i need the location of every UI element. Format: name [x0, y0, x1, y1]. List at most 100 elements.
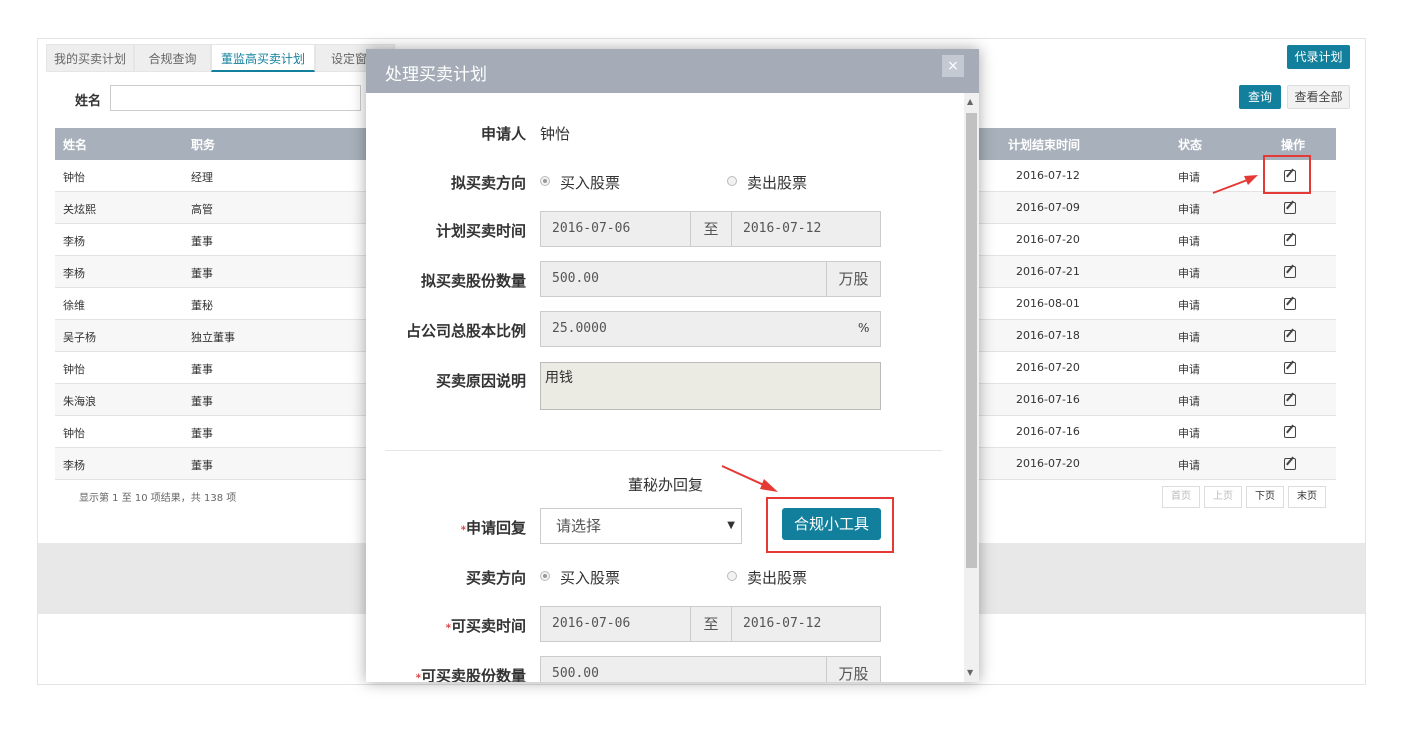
annotation-arrow-icon [1212, 175, 1258, 194]
cell-name: 李杨 [63, 459, 85, 472]
cell-status: 申请 [1178, 395, 1200, 408]
reply-section-title: 董秘办回复 [628, 476, 704, 494]
reply-start-input[interactable]: 2016-07-06 [540, 606, 691, 642]
reply-radio-buy-label: 买入股票 [560, 569, 621, 587]
cell-name: 李杨 [63, 267, 85, 280]
edit-icon[interactable] [1284, 266, 1296, 278]
edit-icon[interactable] [1284, 362, 1296, 374]
reply-direction-label: 买卖方向 [465, 569, 526, 587]
pagination-info: 显示第 1 至 10 项结果，共 138 项 [79, 493, 237, 504]
plan-start-input[interactable]: 2016-07-06 [540, 211, 691, 247]
query-button[interactable]: 查询 [1239, 85, 1281, 109]
modal-title: 处理买卖计划 [385, 65, 487, 85]
last-page-button[interactable]: 末页 [1288, 486, 1326, 508]
highlight-edit-box [1263, 155, 1311, 194]
modal-header: 处理买卖计划 × [366, 49, 979, 93]
cell-position: 董事 [191, 459, 213, 472]
cell-end-time: 2016-07-21 [1016, 265, 1080, 278]
cell-end-time: 2016-07-16 [1016, 425, 1080, 438]
cell-position: 经理 [191, 171, 213, 184]
reply-label: *申请回复 [366, 517, 526, 538]
cell-name: 李杨 [63, 235, 85, 248]
shares-unit: 万股 [826, 261, 881, 297]
ratio-input[interactable]: 25.0000 [540, 311, 881, 347]
edit-icon[interactable] [1284, 426, 1296, 438]
tab-executive-plans[interactable]: 董监高买卖计划 [211, 44, 315, 72]
radio-buy-label: 买入股票 [560, 174, 621, 192]
cell-position: 董事 [191, 427, 213, 440]
process-plan-modal: 处理买卖计划 × ▲ ▼ 申请人 钟怡 拟买卖方向 买入股票 卖出股票 计划买卖… [366, 49, 979, 682]
edit-icon[interactable] [1284, 202, 1296, 214]
scroll-up-icon[interactable]: ▲ [967, 97, 973, 106]
cell-position: 董事 [191, 395, 213, 408]
applicant-value: 钟怡 [540, 125, 571, 143]
prev-page-button[interactable]: 上页 [1204, 486, 1242, 508]
cell-status: 申请 [1178, 267, 1200, 280]
edit-icon[interactable] [1284, 234, 1296, 246]
cell-status: 申请 [1178, 235, 1200, 248]
cell-name: 钟怡 [63, 363, 85, 376]
shares-input[interactable]: 500.00 [540, 261, 827, 297]
first-page-button[interactable]: 首页 [1162, 486, 1200, 508]
tab-my-plans[interactable]: 我的买卖计划 [46, 44, 134, 72]
applicant-label: 申请人 [480, 125, 526, 143]
name-input[interactable] [110, 85, 361, 111]
cell-position: 董事 [191, 363, 213, 376]
cell-name: 关炫熙 [63, 203, 96, 216]
cell-end-time: 2016-07-16 [1016, 393, 1080, 406]
cell-name: 徐维 [63, 299, 85, 312]
reply-radio-sell[interactable] [727, 571, 737, 581]
ratio-label: 占公司总股本比例 [405, 322, 526, 340]
header-action: 操作 [1281, 138, 1306, 152]
reply-shares-unit: 万股 [826, 656, 881, 682]
cell-status: 申请 [1178, 299, 1200, 312]
cell-status: 申请 [1178, 171, 1200, 184]
tab-compliance-query[interactable]: 合规查询 [134, 44, 211, 72]
modal-scrollbar[interactable]: ▲ ▼ [964, 93, 979, 682]
cell-name: 朱海浪 [63, 395, 96, 408]
cell-end-time: 2016-07-20 [1016, 233, 1080, 246]
cell-status: 申请 [1178, 331, 1200, 344]
cell-end-time: 2016-07-09 [1016, 201, 1080, 214]
cell-name: 吴子杨 [63, 331, 96, 344]
reason-label: 买卖原因说明 [435, 372, 526, 390]
reply-shares-input[interactable]: 500.00 [540, 656, 827, 682]
section-divider [385, 450, 942, 451]
reply-select[interactable]: 请选择 ▼ [540, 508, 742, 544]
scroll-down-icon[interactable]: ▼ [967, 668, 973, 677]
shares-label: 拟买卖股份数量 [420, 272, 526, 290]
scroll-thumb[interactable] [966, 113, 977, 568]
reason-textarea[interactable]: 用钱 [540, 362, 881, 410]
header-position: 职务 [191, 138, 216, 152]
next-page-button[interactable]: 下页 [1246, 486, 1284, 508]
radio-sell[interactable] [727, 176, 737, 186]
radio-buy[interactable] [540, 176, 550, 186]
cell-end-time: 2016-07-12 [1016, 169, 1080, 182]
plan-time-separator: 至 [690, 211, 732, 247]
ratio-unit: % [858, 321, 870, 335]
reply-label-text: 申请回复 [465, 519, 526, 537]
edit-icon[interactable] [1284, 298, 1296, 310]
view-all-button[interactable]: 查看全部 [1287, 85, 1350, 109]
cell-end-time: 2016-07-18 [1016, 329, 1080, 342]
cell-position: 董事 [191, 267, 213, 280]
edit-icon[interactable] [1284, 394, 1296, 406]
cell-status: 申请 [1178, 427, 1200, 440]
edit-icon[interactable] [1284, 458, 1296, 470]
reply-radio-buy[interactable] [540, 571, 550, 581]
name-label: 姓名 [75, 94, 102, 109]
plan-end-input[interactable]: 2016-07-12 [731, 211, 881, 247]
cell-position: 独立董事 [191, 331, 235, 344]
plan-time-label: 计划买卖时间 [435, 222, 526, 240]
reply-time-label: *可买卖时间 [366, 615, 526, 636]
reply-radio-sell-label: 卖出股票 [747, 569, 808, 587]
header-end-time: 计划结束时间 [1008, 138, 1081, 152]
annotation-arrow-icon [721, 465, 778, 492]
cell-end-time: 2016-07-20 [1016, 457, 1080, 470]
close-icon[interactable]: × [942, 55, 964, 77]
reply-end-input[interactable]: 2016-07-12 [731, 606, 881, 642]
cell-end-time: 2016-07-20 [1016, 361, 1080, 374]
proxy-plan-button[interactable]: 代录计划 [1287, 45, 1350, 69]
edit-icon[interactable] [1284, 330, 1296, 342]
direction-label: 拟买卖方向 [450, 174, 526, 192]
